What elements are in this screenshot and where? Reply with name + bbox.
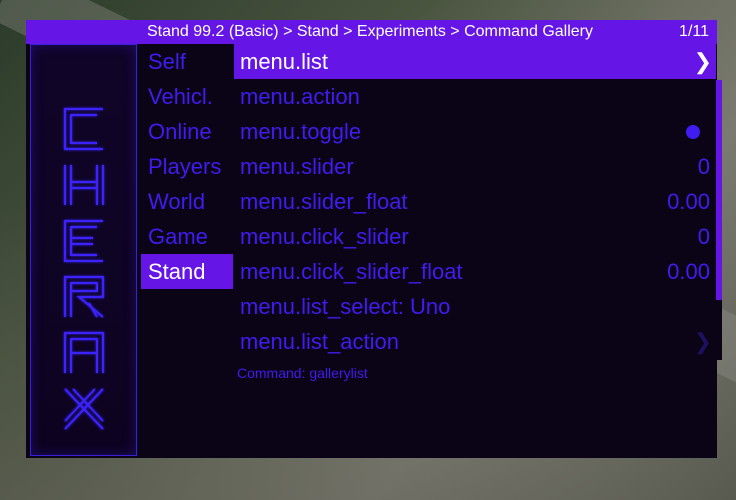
scrollbar-thumb[interactable] bbox=[716, 80, 722, 300]
command-menu-slider-float[interactable]: menu.slider_float 0.00 bbox=[234, 184, 716, 219]
cherax-logo bbox=[30, 44, 137, 456]
command-menu-action[interactable]: menu.action bbox=[234, 79, 716, 114]
command-menu-list-select[interactable]: menu.list_select: Uno bbox=[234, 289, 716, 324]
slider-value: 0 bbox=[697, 224, 710, 249]
command-label: menu.list bbox=[240, 49, 329, 74]
nav-item-online[interactable]: Online bbox=[141, 114, 233, 149]
command-label: menu.toggle bbox=[240, 119, 362, 144]
cherax-logo-graphic bbox=[64, 108, 104, 430]
command-menu-click-slider-float[interactable]: menu.click_slider_float 0.00 bbox=[234, 254, 716, 289]
command-label: menu.list_select: Uno bbox=[240, 294, 451, 319]
command-list: menu.list ❯ menu.action menu.toggle menu… bbox=[234, 44, 716, 359]
command-menu-click-slider[interactable]: menu.click_slider 0 bbox=[234, 219, 716, 254]
nav-item-world[interactable]: World bbox=[141, 184, 233, 219]
nav-item-game[interactable]: Game bbox=[141, 219, 233, 254]
breadcrumb: Stand 99.2 (Basic) > Stand > Experiments… bbox=[147, 23, 593, 40]
nav-item-stand[interactable]: Stand bbox=[141, 254, 233, 289]
chevron-right-icon: ❯ bbox=[693, 49, 712, 74]
command-label: menu.action bbox=[240, 84, 360, 109]
command-menu-list[interactable]: menu.list ❯ bbox=[234, 44, 716, 79]
command-menu-list-action[interactable]: menu.list_action ❯ bbox=[234, 324, 716, 359]
category-nav: Self Vehicl. Online Players World Game S… bbox=[141, 44, 233, 289]
command-label: menu.click_slider bbox=[240, 224, 409, 249]
slider-value: 0 bbox=[697, 154, 710, 179]
command-label: menu.list_action bbox=[240, 329, 399, 354]
scrollbar-track[interactable] bbox=[716, 300, 722, 360]
page-counter: 1/11 bbox=[679, 23, 709, 40]
nav-item-self[interactable]: Self bbox=[141, 44, 233, 79]
nav-item-players[interactable]: Players bbox=[141, 149, 233, 184]
nav-item-vehicle[interactable]: Vehicl. bbox=[141, 79, 233, 114]
slider-value: 0.00 bbox=[667, 189, 710, 214]
command-hint: Command: gallerylist bbox=[237, 365, 368, 381]
command-label: menu.click_slider_float bbox=[240, 259, 463, 284]
menu-header: Stand 99.2 (Basic) > Stand > Experiments… bbox=[26, 20, 717, 44]
command-menu-toggle[interactable]: menu.toggle bbox=[234, 114, 716, 149]
command-menu-slider[interactable]: menu.slider 0 bbox=[234, 149, 716, 184]
command-label: menu.slider bbox=[240, 154, 354, 179]
slider-value: 0.00 bbox=[667, 259, 710, 284]
command-label: menu.slider_float bbox=[240, 189, 408, 214]
toggle-dot-icon[interactable] bbox=[686, 125, 700, 139]
chevron-right-icon: ❯ bbox=[693, 329, 712, 354]
